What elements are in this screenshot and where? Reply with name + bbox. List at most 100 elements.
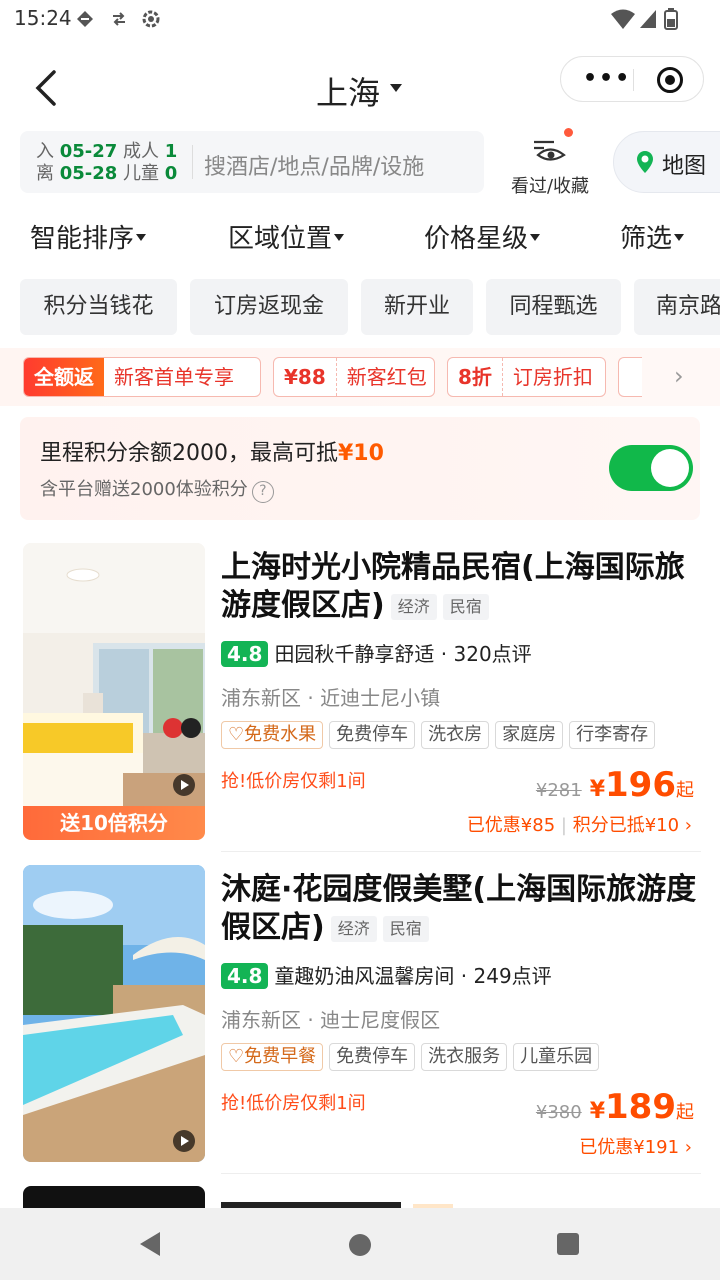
sort-smart[interactable]: 智能排序 — [30, 218, 147, 255]
city-selector[interactable]: 上海 — [316, 68, 380, 114]
search-box[interactable]: 入 05-27 成人 1 离 05-28 儿童 0 搜酒店/地点/品牌/设施 — [20, 131, 484, 193]
map-pin-icon — [637, 151, 653, 173]
sort-area-label: 区域位置 — [228, 224, 333, 254]
sort-price-star[interactable]: 价格星级 — [424, 218, 541, 255]
promo-tag: 8折 — [458, 365, 492, 389]
amenity-tag: 免费停车 — [329, 721, 416, 749]
checkin-label: 入 — [36, 141, 54, 162]
promo-tag: 全额返 — [24, 358, 104, 396]
close-target-icon[interactable] — [657, 67, 683, 93]
promo-tag: ¥88 — [284, 365, 326, 389]
score-badge: 4.8 — [221, 963, 269, 989]
currency-symbol: ¥ — [589, 1099, 606, 1124]
amenity-tag: 行李寄存 — [569, 721, 656, 749]
points-amount: ¥10 — [338, 441, 384, 466]
hotel-tag: 民宿 — [382, 915, 429, 942]
hotel-rating: 4.8 童趣奶油风温馨房间 · 249点评 — [221, 960, 552, 989]
hotel-price: ¥380 ¥189起 — [536, 1087, 694, 1127]
nav-recents-icon[interactable] — [557, 1233, 579, 1255]
current-price: 189 — [605, 1087, 676, 1127]
low-stock-notice: 抢!低价房仅剩1间 — [221, 771, 366, 792]
promo-red-packet[interactable]: ¥88 新客红包 — [273, 357, 435, 397]
promo-desc: 新客首单专享 — [114, 365, 234, 389]
video-play-icon[interactable] — [173, 774, 195, 796]
savings-info[interactable]: 已优惠¥85 | 积分已抵¥10 › — [467, 811, 692, 837]
low-stock-notice: 抢!低价房仅剩1间 — [221, 1093, 366, 1114]
points-sub: 含平台赠送2000体验积分? — [40, 475, 274, 503]
battery-icon — [664, 8, 678, 30]
promo-more-peek[interactable] — [618, 357, 642, 397]
pool-photo — [23, 865, 205, 1162]
promo-full-return[interactable]: 全额返 新客首单专享 — [23, 357, 261, 397]
points-text: 里程积分余额2000，最高可抵 — [40, 441, 338, 466]
promo-strip: 全额返 新客首单专享 ¥88 新客红包 8折 订房折扣 › — [0, 348, 720, 406]
points-toggle[interactable] — [609, 445, 693, 491]
hotel-tag: 民宿 — [442, 593, 489, 620]
help-icon[interactable]: ? — [251, 481, 274, 503]
sort-bar: 智能排序 区域位置 价格星级 筛选 — [0, 218, 720, 264]
hotel-location: 浦东新区 · 迪士尼度假区 — [221, 1008, 441, 1032]
map-label: 地图 — [662, 154, 707, 179]
savings-info[interactable]: 已优惠¥191 › — [579, 1133, 692, 1159]
hotel-photo[interactable]: 送10倍积分 — [23, 543, 205, 840]
points-sub-text: 含平台赠送2000体验积分 — [40, 479, 248, 500]
current-price: 196 — [605, 765, 676, 805]
children-count: 0 — [164, 163, 178, 184]
search-input[interactable]: 搜酒店/地点/品牌/设施 — [204, 149, 424, 181]
amenity-tag: 儿童乐园 — [513, 1043, 600, 1071]
amenity-list: ♡免费早餐 免费停车 洗衣服务 儿童乐园 — [221, 1043, 605, 1071]
map-button[interactable]: 地图 — [613, 131, 720, 193]
more-icon[interactable]: ••• — [583, 68, 631, 90]
nav-back-icon[interactable] — [140, 1232, 160, 1256]
amenity-list: ♡免费水果 免费停车 洗衣房 家庭房 行李寄存 — [221, 721, 661, 749]
date-guest-summary[interactable]: 入 05-27 成人 1 离 05-28 儿童 0 — [36, 141, 177, 185]
wifi-icon — [611, 9, 635, 29]
cell-signal-icon — [640, 10, 656, 28]
status-time: 15:24 — [14, 6, 72, 30]
children-label: 儿童 — [123, 163, 160, 184]
amenity-tag: 免费停车 — [329, 1043, 416, 1071]
score-badge: 4.8 — [221, 641, 269, 667]
sort-smart-label: 智能排序 — [30, 224, 135, 254]
sort-filter[interactable]: 筛选 — [620, 218, 685, 255]
amenity-tag: 洗衣服务 — [421, 1043, 508, 1071]
chip-points[interactable]: 积分当钱花 — [20, 279, 177, 335]
saved-amount: 已优惠¥191 — [579, 1137, 680, 1158]
amenity-tag: 家庭房 — [495, 721, 564, 749]
hotel-name[interactable]: 沐庭·花园度假美墅(上海国际旅游度假区店) 经济 民宿 — [221, 871, 701, 947]
hotel-tag: 经济 — [330, 915, 377, 942]
promo-discount[interactable]: 8折 订房折扣 — [447, 357, 606, 397]
video-play-icon[interactable] — [173, 1130, 195, 1152]
system-nav-bar — [0, 1208, 720, 1280]
promo-desc: 新客红包 — [346, 365, 427, 389]
city-caret-icon[interactable] — [390, 84, 402, 92]
chip-nanjing-road[interactable]: 南京路 — [634, 279, 720, 335]
points-deducted: 积分已抵¥10 — [572, 815, 680, 836]
promo-desc: 订房折扣 — [512, 365, 593, 389]
price-suffix: 起 — [676, 1102, 694, 1123]
currency-symbol: ¥ — [589, 777, 606, 802]
chip-cashback[interactable]: 订房返现金 — [190, 279, 348, 335]
original-price: ¥380 — [535, 1102, 582, 1123]
chip-selected[interactable]: 同程甄选 — [486, 279, 621, 335]
chevron-right-icon[interactable]: › — [674, 362, 684, 390]
nav-home-icon[interactable] — [349, 1234, 371, 1256]
adults-count: 1 — [164, 141, 178, 162]
checkout-label: 离 — [36, 163, 54, 184]
sort-area[interactable]: 区域位置 — [228, 218, 345, 255]
checkin-date: 05-27 — [59, 141, 118, 162]
back-arrow-icon[interactable] — [30, 68, 66, 108]
price-suffix: 起 — [676, 780, 694, 801]
review-count: · 320点评 — [440, 642, 532, 666]
caret-down-icon — [674, 234, 685, 241]
highlight-text: 童趣奶油风温馨房间 — [274, 964, 455, 988]
hotel-name[interactable]: 上海时光小院精品民宿(上海国际旅游度假区店) 经济 民宿 — [221, 549, 701, 625]
hotel-location: 浦东新区 · 近迪士尼小镇 — [221, 686, 441, 710]
fav-label: 看过/收藏 — [510, 176, 590, 197]
miniprogram-capsule: ••• — [560, 56, 704, 102]
amenity-tag: ♡免费早餐 — [221, 1043, 324, 1071]
hotel-photo[interactable] — [23, 865, 205, 1162]
chip-new-open[interactable]: 新开业 — [361, 279, 473, 335]
history-favorites-button[interactable]: 看过/收藏 — [500, 128, 600, 197]
capsule-divider — [633, 69, 634, 91]
